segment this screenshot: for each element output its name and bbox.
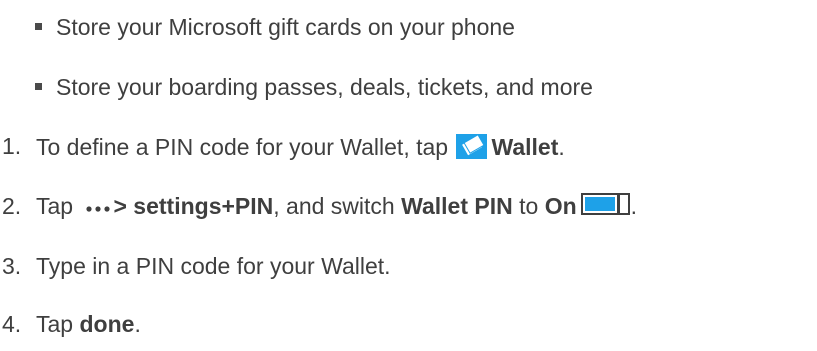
bullet-square-icon — [35, 23, 42, 30]
bullet-text: Store your boarding passes, deals, ticke… — [56, 74, 593, 100]
step-text-part: . — [134, 311, 141, 337]
step-text: Tap > settings+PIN, and switch Wallet PI… — [36, 191, 637, 221]
step-item: 3. Type in a PIN code for your Wallet. — [0, 251, 817, 281]
step-text-part: Tap — [36, 193, 80, 219]
bullet-item: Store your boarding passes, deals, ticke… — [0, 72, 817, 102]
step-item: 2. Tap > settings+PIN, and switch Wallet… — [0, 191, 817, 221]
step-number: 1. — [2, 133, 22, 159]
bullet-text: Store your Microsoft gift cards on your … — [56, 14, 515, 40]
step-text: Tap done. — [36, 309, 141, 339]
step-text-part: . — [558, 134, 565, 160]
more-dots-icon — [86, 206, 111, 212]
toggle-on-icon — [580, 193, 630, 215]
step-text-part: . — [630, 193, 638, 219]
step-text-part: , and switch — [273, 193, 395, 219]
step-text: Type in a PIN code for your Wallet. — [36, 253, 391, 279]
step-number: 3. — [2, 253, 22, 279]
step-text-part: Tap — [36, 311, 80, 337]
done-label: done — [79, 311, 135, 337]
step-text-part: to — [519, 193, 539, 219]
step-text-part: To define a PIN code for your Wallet, ta… — [36, 134, 455, 160]
bullet-item: Store your Microsoft gift cards on your … — [0, 12, 817, 42]
on-label: On — [544, 193, 577, 219]
step-item: 1. To define a PIN code for your Wallet,… — [0, 131, 817, 161]
step-number: 4. — [2, 311, 22, 337]
step-item: 4. Tap done. — [0, 309, 817, 339]
wallet-label: Wallet — [491, 134, 559, 160]
step-number: 2. — [2, 193, 22, 219]
settings-pin-label: > settings+PIN — [113, 193, 274, 219]
wallet-pin-label: Wallet PIN — [401, 193, 513, 219]
bullet-square-icon — [35, 83, 42, 90]
wallet-icon — [456, 134, 488, 159]
step-text: To define a PIN code for your Wallet, ta… — [36, 131, 565, 162]
